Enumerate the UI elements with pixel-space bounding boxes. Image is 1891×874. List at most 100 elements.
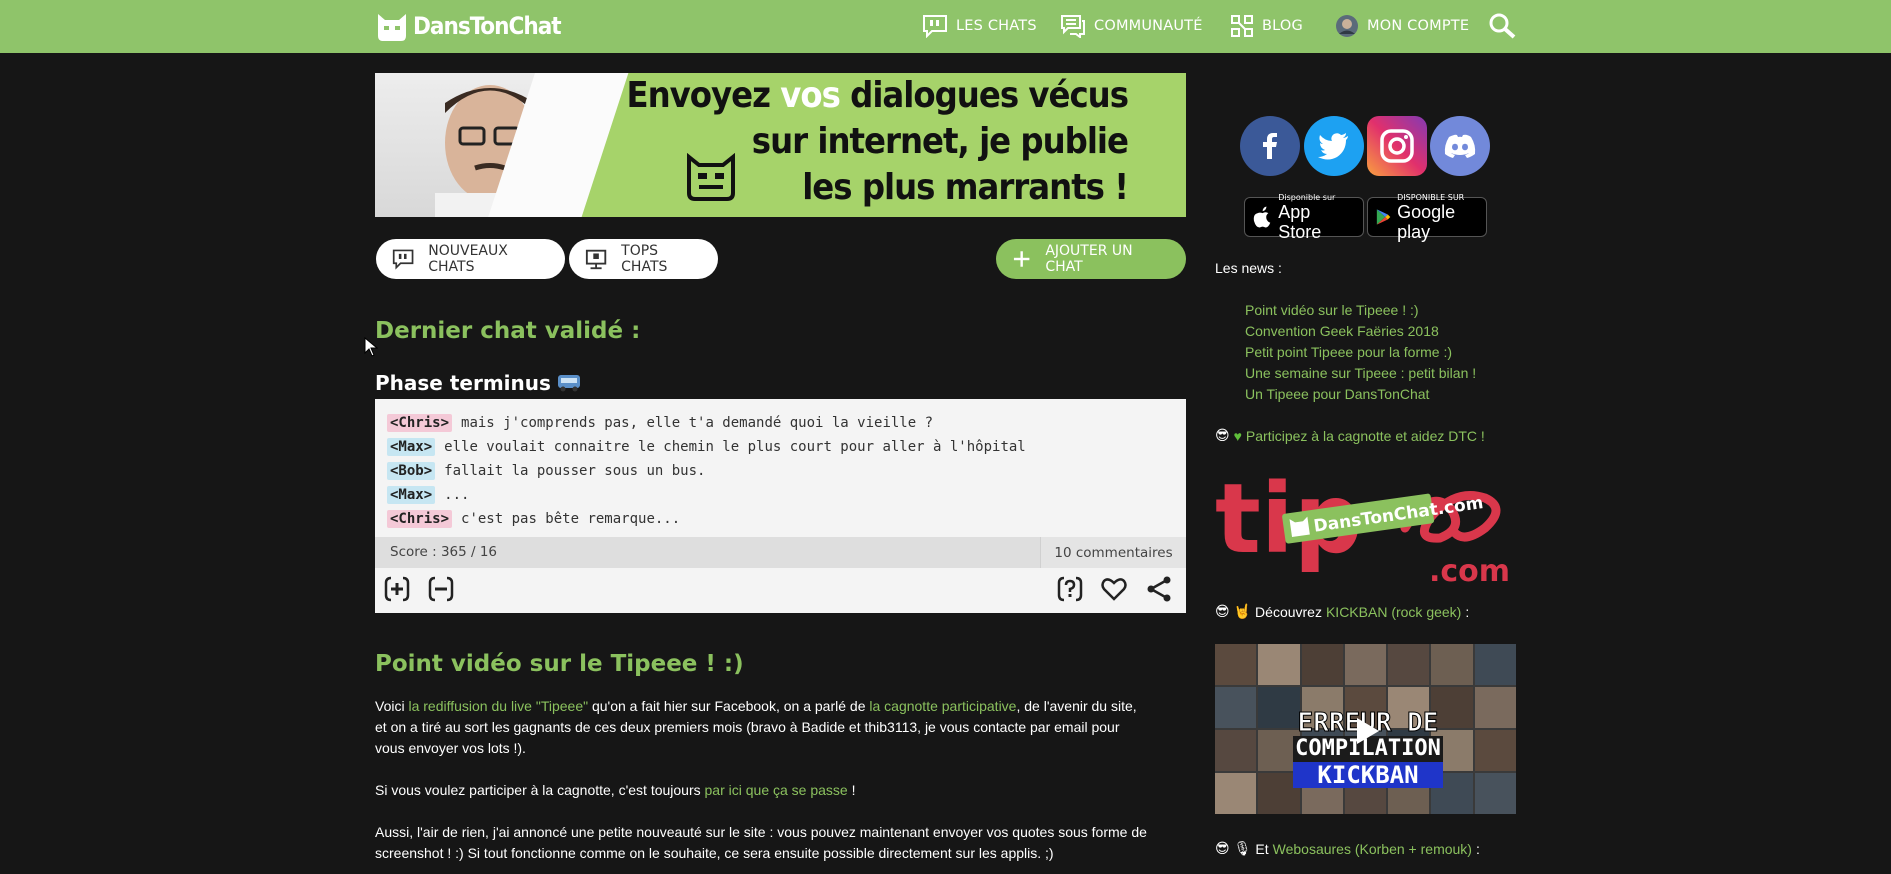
article-paragraph-3: Aussi, l'air de rien, j'ai annoncé une p… (375, 824, 1147, 861)
tops-chats-label: TOPS CHATS (621, 243, 668, 275)
video-mosaic-tile (1215, 644, 1257, 685)
google-play-badge[interactable]: DISPONIBLE SUR Google play (1367, 193, 1487, 242)
chat-title[interactable]: Phase terminus (375, 371, 581, 395)
banner-line-3: les plus marrants ! (802, 167, 1129, 208)
chat-message: c'est pas bête remarque... (461, 511, 681, 527)
chat-nick: <Max> (387, 486, 436, 504)
google-play-big: Google play (1397, 201, 1456, 242)
video-mosaic-tile (1215, 773, 1257, 814)
rediffusion-link[interactable]: la rediffusion du live "Tipeee" (408, 698, 588, 714)
nav-les-chats[interactable]: LES CHATS (922, 13, 1037, 39)
video-mosaic-tile (1301, 644, 1343, 685)
tipee-banner[interactable]: tip DansTonChat.com .com (1215, 463, 1516, 589)
video-mosaic-tile (1258, 644, 1300, 685)
sunglasses-emoji-icon: 😎 (1215, 840, 1230, 856)
nav-les-chats-label: LES CHATS (956, 18, 1037, 34)
video-mosaic-tile (1474, 730, 1516, 771)
chat-line: <Chris> mais j'comprends pas, elle t'a de… (387, 411, 1026, 435)
comments-link[interactable]: 10 commentaires (1040, 537, 1186, 568)
chat-line: <Bob> fallait la pousser sous un bus. (387, 459, 1026, 483)
nav-blog[interactable]: BLOG (1230, 13, 1303, 39)
vote-plus-icon[interactable] (383, 575, 411, 603)
kickban-video-thumbnail[interactable]: ERREUR DE COMPILATION KICKBAN (1215, 644, 1516, 814)
microphone-icon: 🎙 (1233, 840, 1252, 856)
facebook-button[interactable] (1240, 116, 1300, 176)
apple-icon (1253, 206, 1271, 228)
chat-nick: <Bob> (387, 462, 436, 480)
video-mosaic-tile (1474, 644, 1516, 685)
cat-logo-icon (378, 14, 406, 41)
video-mosaic-tile (1215, 730, 1257, 771)
search-icon[interactable] (1489, 13, 1517, 39)
pixel-cat-icon (687, 153, 735, 201)
twitter-button[interactable] (1304, 116, 1364, 176)
site-logo[interactable]: DansTonChat (375, 8, 562, 44)
news-label: Les news : (1215, 260, 1282, 276)
blog-icon (1231, 15, 1253, 37)
chat-nick: <Max> (387, 438, 436, 456)
app-store-badge[interactable]: Disponible sur App Store (1244, 193, 1364, 242)
article-paragraph-2: Si vous voulez participer à la cagnotte,… (375, 782, 856, 798)
rock-hand-icon: 🤘 (1233, 603, 1252, 619)
forum-icon (1061, 15, 1085, 38)
news-item[interactable]: Une semaine sur Tipeee : petit bilan ! (1245, 363, 1476, 384)
vote-minus-icon[interactable] (427, 575, 455, 603)
chat-bubble-icon (392, 249, 414, 270)
news-item[interactable]: Point vidéo sur le Tipeee ! :) (1245, 300, 1476, 321)
chat-message: elle voulait connaitre le chemin le plus… (444, 439, 1026, 455)
news-item[interactable]: Un Tipeee pour DansTonChat (1245, 384, 1476, 405)
tops-chats-button[interactable]: TOPS CHATS (569, 239, 718, 279)
sunglasses-emoji-icon: 😎 (1215, 603, 1230, 619)
cagnotte-link[interactable]: la cagnotte participative (869, 698, 1016, 714)
article-title[interactable]: Point vidéo sur le Tipeee ! :) (375, 651, 744, 677)
instagram-button[interactable] (1367, 116, 1427, 176)
promo-banner[interactable]: Envoyez vos dialogues vécus sur internet… (375, 73, 1186, 217)
podium-icon (585, 249, 607, 270)
app-store-small: Disponible sur (1278, 192, 1336, 202)
instagram-icon (1380, 129, 1414, 163)
nouveaux-chats-button[interactable]: NOUVEAUX CHATS (376, 239, 565, 279)
chat-line: <Max>... (387, 483, 1026, 507)
chat-message: mais j'comprends pas, elle t'a demandé q… (461, 415, 934, 431)
video-mosaic-tile (1431, 644, 1473, 685)
par-ici-link[interactable]: par ici que ça se passe (705, 782, 848, 798)
avatar (1336, 15, 1358, 37)
news-item[interactable]: Petit point Tipeee pour la forme :) (1245, 342, 1476, 363)
share-icon[interactable] (1145, 575, 1173, 603)
score-bar: Score : 365 / 16 10 commentaires (375, 537, 1186, 568)
nav-mon-compte[interactable]: MON COMPTE (1335, 13, 1469, 39)
chat-nick: <Chris> (387, 510, 453, 528)
news-list: Point vidéo sur le Tipeee ! :) Conventio… (1245, 300, 1476, 405)
chat-message: ... (444, 487, 470, 503)
banner-line-1: Envoyez vos dialogues vécus (626, 75, 1129, 116)
article-paragraph-1: Voici la rediffusion du live "Tipeee" qu… (375, 698, 1137, 756)
ajouter-chat-button[interactable]: AJOUTER UN CHAT (996, 239, 1186, 279)
ajouter-chat-label: AJOUTER UN CHAT (1045, 243, 1133, 275)
chat-card: <Chris> mais j'comprends pas, elle t'a de… (375, 399, 1186, 613)
nav-communaute[interactable]: COMMUNAUTÉ (1060, 13, 1203, 39)
news-item[interactable]: Convention Geek Faëries 2018 (1245, 321, 1476, 342)
app-store-big: App Store (1278, 201, 1322, 242)
play-icon[interactable] (1349, 714, 1383, 748)
bus-icon (557, 375, 580, 392)
video-mosaic-tile (1388, 644, 1430, 685)
dernier-chat-heading: Dernier chat validé : (375, 318, 641, 344)
video-mosaic-tile (1215, 687, 1257, 728)
video-mosaic-tile (1344, 644, 1387, 685)
chat-bubble-icon (923, 15, 947, 38)
cagnotte-sidebar-link[interactable]: Participez à la cagnotte et aidez DTC ! (1246, 428, 1485, 444)
green-heart-icon: ♥ (1233, 427, 1242, 444)
discord-button[interactable] (1430, 116, 1490, 176)
heart-favorite-icon[interactable] (1100, 575, 1128, 603)
plus-icon (1013, 251, 1030, 267)
video-mosaic-tile (1474, 687, 1516, 728)
kickban-link[interactable]: KICKBAN (rock geek) (1326, 604, 1461, 620)
chat-nick: <Chris> (387, 414, 453, 432)
score-text: Score : 365 / 16 (390, 544, 498, 560)
webosaures-link[interactable]: Webosaures (Korben + remouk) (1273, 841, 1472, 857)
report-question-icon[interactable] (1056, 575, 1084, 603)
webosaures-line: 😎 🎙 Et Webosaures (Korben + remouk) : (1215, 840, 1480, 857)
twitter-bird-icon (1318, 133, 1348, 160)
tipee-suffix: .com (1429, 554, 1510, 584)
kickban-line: 😎 🤘 Découvrez KICKBAN (rock geek) : (1215, 603, 1470, 620)
